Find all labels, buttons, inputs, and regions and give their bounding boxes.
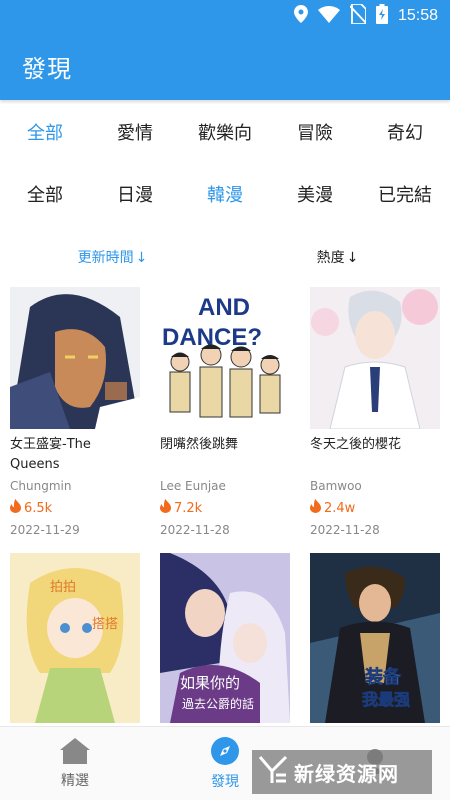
region-filter-row: 全部 日漫 韓漫 美漫 已完結	[0, 174, 450, 214]
watermark-text: 新绿资源网	[294, 761, 399, 786]
comic-author: Chungmin	[10, 479, 72, 493]
location-icon	[293, 5, 308, 27]
comic-card[interactable]: 拍拍 搭搭	[10, 553, 140, 723]
page-title: 發現	[22, 54, 72, 83]
comic-heat-value: 6.5k	[24, 500, 53, 516]
comic-card[interactable]: AND DANCE? 閉嘴然後跳舞 Lee Eunjae 7.2k 2022-1…	[160, 287, 290, 537]
comic-heat: 7.2k	[160, 499, 290, 517]
region-chip-all[interactable]: 全部	[0, 181, 90, 207]
sort-by-popularity[interactable]: 熱度 ↓	[225, 247, 450, 267]
comic-cover-image: AND DANCE?	[160, 287, 290, 429]
sort-down-arrow-icon: ↓	[346, 250, 359, 266]
comic-cover-image	[10, 287, 140, 429]
home-icon	[60, 737, 90, 768]
battery-charging-icon	[375, 4, 388, 28]
comic-date: 2022-11-28	[160, 523, 230, 537]
comic-card[interactable]: 如果你的 過去公爵的話	[160, 553, 290, 723]
cover-text-title: 装备	[365, 666, 402, 688]
comic-grid: 女王盛宴-The Queens Chungmin 6.5k 2022-11-29…	[0, 287, 450, 725]
comic-card[interactable]: 冬天之後的櫻花 Bamwoo 2.4w 2022-11-28	[310, 287, 440, 537]
genre-chip-adventure[interactable]: 冒險	[270, 119, 360, 145]
sort-by-update-time[interactable]: 更新時間 ↓	[0, 247, 225, 267]
flame-icon	[160, 499, 171, 517]
genre-chip-all[interactable]: 全部	[0, 119, 90, 145]
comic-cover-image: 如果你的 過去公爵的話	[160, 553, 290, 723]
nav-item-featured[interactable]: 精選	[0, 727, 150, 800]
comic-date: 2022-11-29	[10, 523, 80, 537]
nav-label-discover: 發現	[211, 773, 239, 790]
genre-chip-fantasy[interactable]: 奇幻	[360, 119, 450, 145]
comic-title: 冬天之後的櫻花	[310, 437, 402, 452]
comic-date: 2022-11-28	[310, 523, 380, 537]
genre-filter-row: 全部 愛情 歡樂向 冒險 奇幻	[0, 112, 450, 152]
region-chip-japan[interactable]: 日漫	[90, 181, 180, 207]
cover-text-title: 如果你的	[180, 674, 240, 692]
comic-heat-value: 2.4w	[324, 500, 356, 516]
cover-text-tap2: 搭搭	[92, 616, 118, 632]
comic-cover-image	[310, 287, 440, 429]
sort-down-arrow-icon: ↓	[135, 250, 148, 266]
sort-update-label: 更新時間	[77, 250, 134, 266]
comic-title: 女王盛宴-The Queens	[10, 437, 91, 472]
wifi-icon	[317, 5, 340, 27]
comic-cover-image: 拍拍 搭搭	[10, 553, 140, 723]
cover-text-tap1: 拍拍	[50, 580, 76, 595]
region-chip-america[interactable]: 美漫	[270, 181, 360, 207]
sort-popularity-label: 熱度	[316, 250, 345, 266]
flame-icon	[10, 499, 21, 517]
app-bar: 發現	[0, 32, 450, 100]
no-sim-icon	[349, 3, 367, 28]
cover-text-subtitle: 我最强	[362, 690, 410, 709]
region-chip-completed[interactable]: 已完結	[360, 181, 450, 207]
comic-heat: 2.4w	[310, 499, 440, 517]
comic-card[interactable]: 女王盛宴-The Queens Chungmin 6.5k 2022-11-29	[10, 287, 140, 537]
cover-text-subtitle: 過去公爵的話	[182, 696, 254, 711]
watermark-logo-icon	[258, 755, 288, 789]
comic-cover-image: 装备 我最强	[310, 553, 440, 723]
comic-author: Lee Eunjae	[160, 479, 226, 493]
nav-label-featured: 精選	[61, 772, 89, 789]
genre-chip-comedy[interactable]: 歡樂向	[180, 119, 270, 145]
region-chip-korea[interactable]: 韓漫	[180, 181, 270, 207]
flame-icon	[310, 499, 321, 517]
compass-icon	[211, 736, 239, 769]
sort-row: 更新時間 ↓ 熱度 ↓	[0, 243, 450, 271]
clock: 15:58	[397, 7, 438, 24]
status-bar: 15:58	[0, 0, 450, 32]
genre-chip-romance[interactable]: 愛情	[90, 119, 180, 145]
comic-author: Bamwoo	[310, 479, 362, 493]
watermark: 新绿资源网	[252, 750, 432, 794]
comic-heat-value: 7.2k	[174, 500, 203, 516]
comic-heat: 6.5k	[10, 499, 140, 517]
comic-title: 閉嘴然後跳舞	[160, 437, 239, 452]
comic-card[interactable]: 装备 我最强	[310, 553, 440, 723]
cover-text-and: AND	[198, 294, 250, 321]
